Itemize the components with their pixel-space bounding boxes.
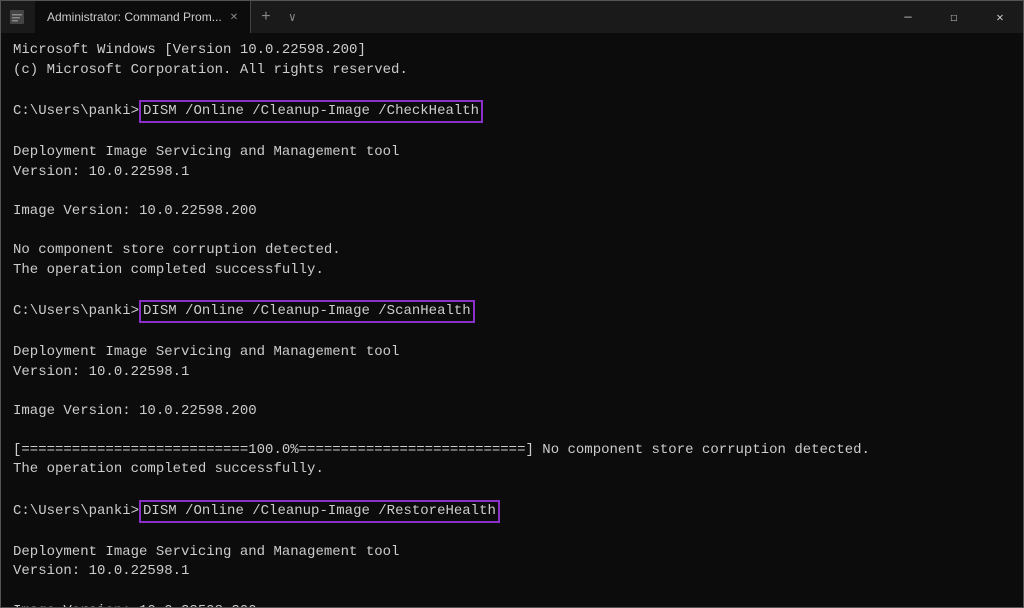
console-line — [13, 523, 1011, 543]
command-highlight: DISM /Online /Cleanup-Image /CheckHealth — [139, 100, 483, 124]
console-line: (c) Microsoft Corporation. All rights re… — [13, 61, 1011, 81]
console-output: Microsoft Windows [Version 10.0.22598.20… — [1, 33, 1023, 607]
console-line: Version: 10.0.22598.1 — [13, 163, 1011, 183]
console-line — [13, 421, 1011, 441]
command-highlight: DISM /Online /Cleanup-Image /RestoreHeal… — [139, 500, 500, 524]
window: Administrator: Command Prom... ✕ + ∨ — ☐… — [0, 0, 1024, 608]
console-line — [13, 480, 1011, 500]
console-line — [13, 80, 1011, 100]
console-line: Image Version: 10.0.22598.200 — [13, 202, 1011, 222]
console-line: Version: 10.0.22598.1 — [13, 363, 1011, 383]
console-line: C:\Users\panki>DISM /Online /Cleanup-Ima… — [13, 500, 1011, 524]
titlebar-controls: — ☐ ✕ — [885, 1, 1023, 33]
console-line — [13, 280, 1011, 300]
console-line: Microsoft Windows [Version 10.0.22598.20… — [13, 41, 1011, 61]
console-line: C:\Users\panki>DISM /Online /Cleanup-Ima… — [13, 300, 1011, 324]
prompt-text: C:\Users\panki> — [13, 502, 139, 522]
console-line: Deployment Image Servicing and Managemen… — [13, 343, 1011, 363]
command-highlight: DISM /Online /Cleanup-Image /ScanHealth — [139, 300, 475, 324]
console-line: Deployment Image Servicing and Managemen… — [13, 143, 1011, 163]
console-line: C:\Users\panki>DISM /Online /Cleanup-Ima… — [13, 100, 1011, 124]
console-line: Image Version: 10.0.22598.200 — [13, 602, 1011, 607]
console-line: Image Version: 10.0.22598.200 — [13, 402, 1011, 422]
console-line — [13, 123, 1011, 143]
console-line: Version: 10.0.22598.1 — [13, 562, 1011, 582]
maximize-button[interactable]: ☐ — [931, 1, 977, 33]
console-line: [===========================100.0%======… — [13, 441, 1011, 461]
console-line — [13, 382, 1011, 402]
titlebar: Administrator: Command Prom... ✕ + ∨ — ☐… — [1, 1, 1023, 33]
tab-dropdown-button[interactable]: ∨ — [281, 1, 304, 33]
active-tab[interactable]: Administrator: Command Prom... ✕ — [35, 1, 251, 33]
titlebar-left: Administrator: Command Prom... ✕ + ∨ — [9, 1, 304, 33]
minimize-button[interactable]: — — [885, 1, 931, 33]
prompt-text: C:\Users\panki> — [13, 102, 139, 122]
console-line: The operation completed successfully. — [13, 460, 1011, 480]
console-line — [13, 323, 1011, 343]
console-line: No component store corruption detected. — [13, 241, 1011, 261]
window-icon — [9, 9, 25, 25]
tab-label: Administrator: Command Prom... — [47, 10, 222, 24]
tab-close-icon[interactable]: ✕ — [230, 12, 238, 23]
titlebar-tabs: Administrator: Command Prom... ✕ + ∨ — [35, 1, 304, 33]
add-tab-button[interactable]: + — [251, 1, 281, 33]
prompt-text: C:\Users\panki> — [13, 302, 139, 322]
console-line: Deployment Image Servicing and Managemen… — [13, 543, 1011, 563]
console-line — [13, 582, 1011, 602]
console-line: The operation completed successfully. — [13, 261, 1011, 281]
console-line — [13, 182, 1011, 202]
console-line — [13, 221, 1011, 241]
close-button[interactable]: ✕ — [977, 1, 1023, 33]
